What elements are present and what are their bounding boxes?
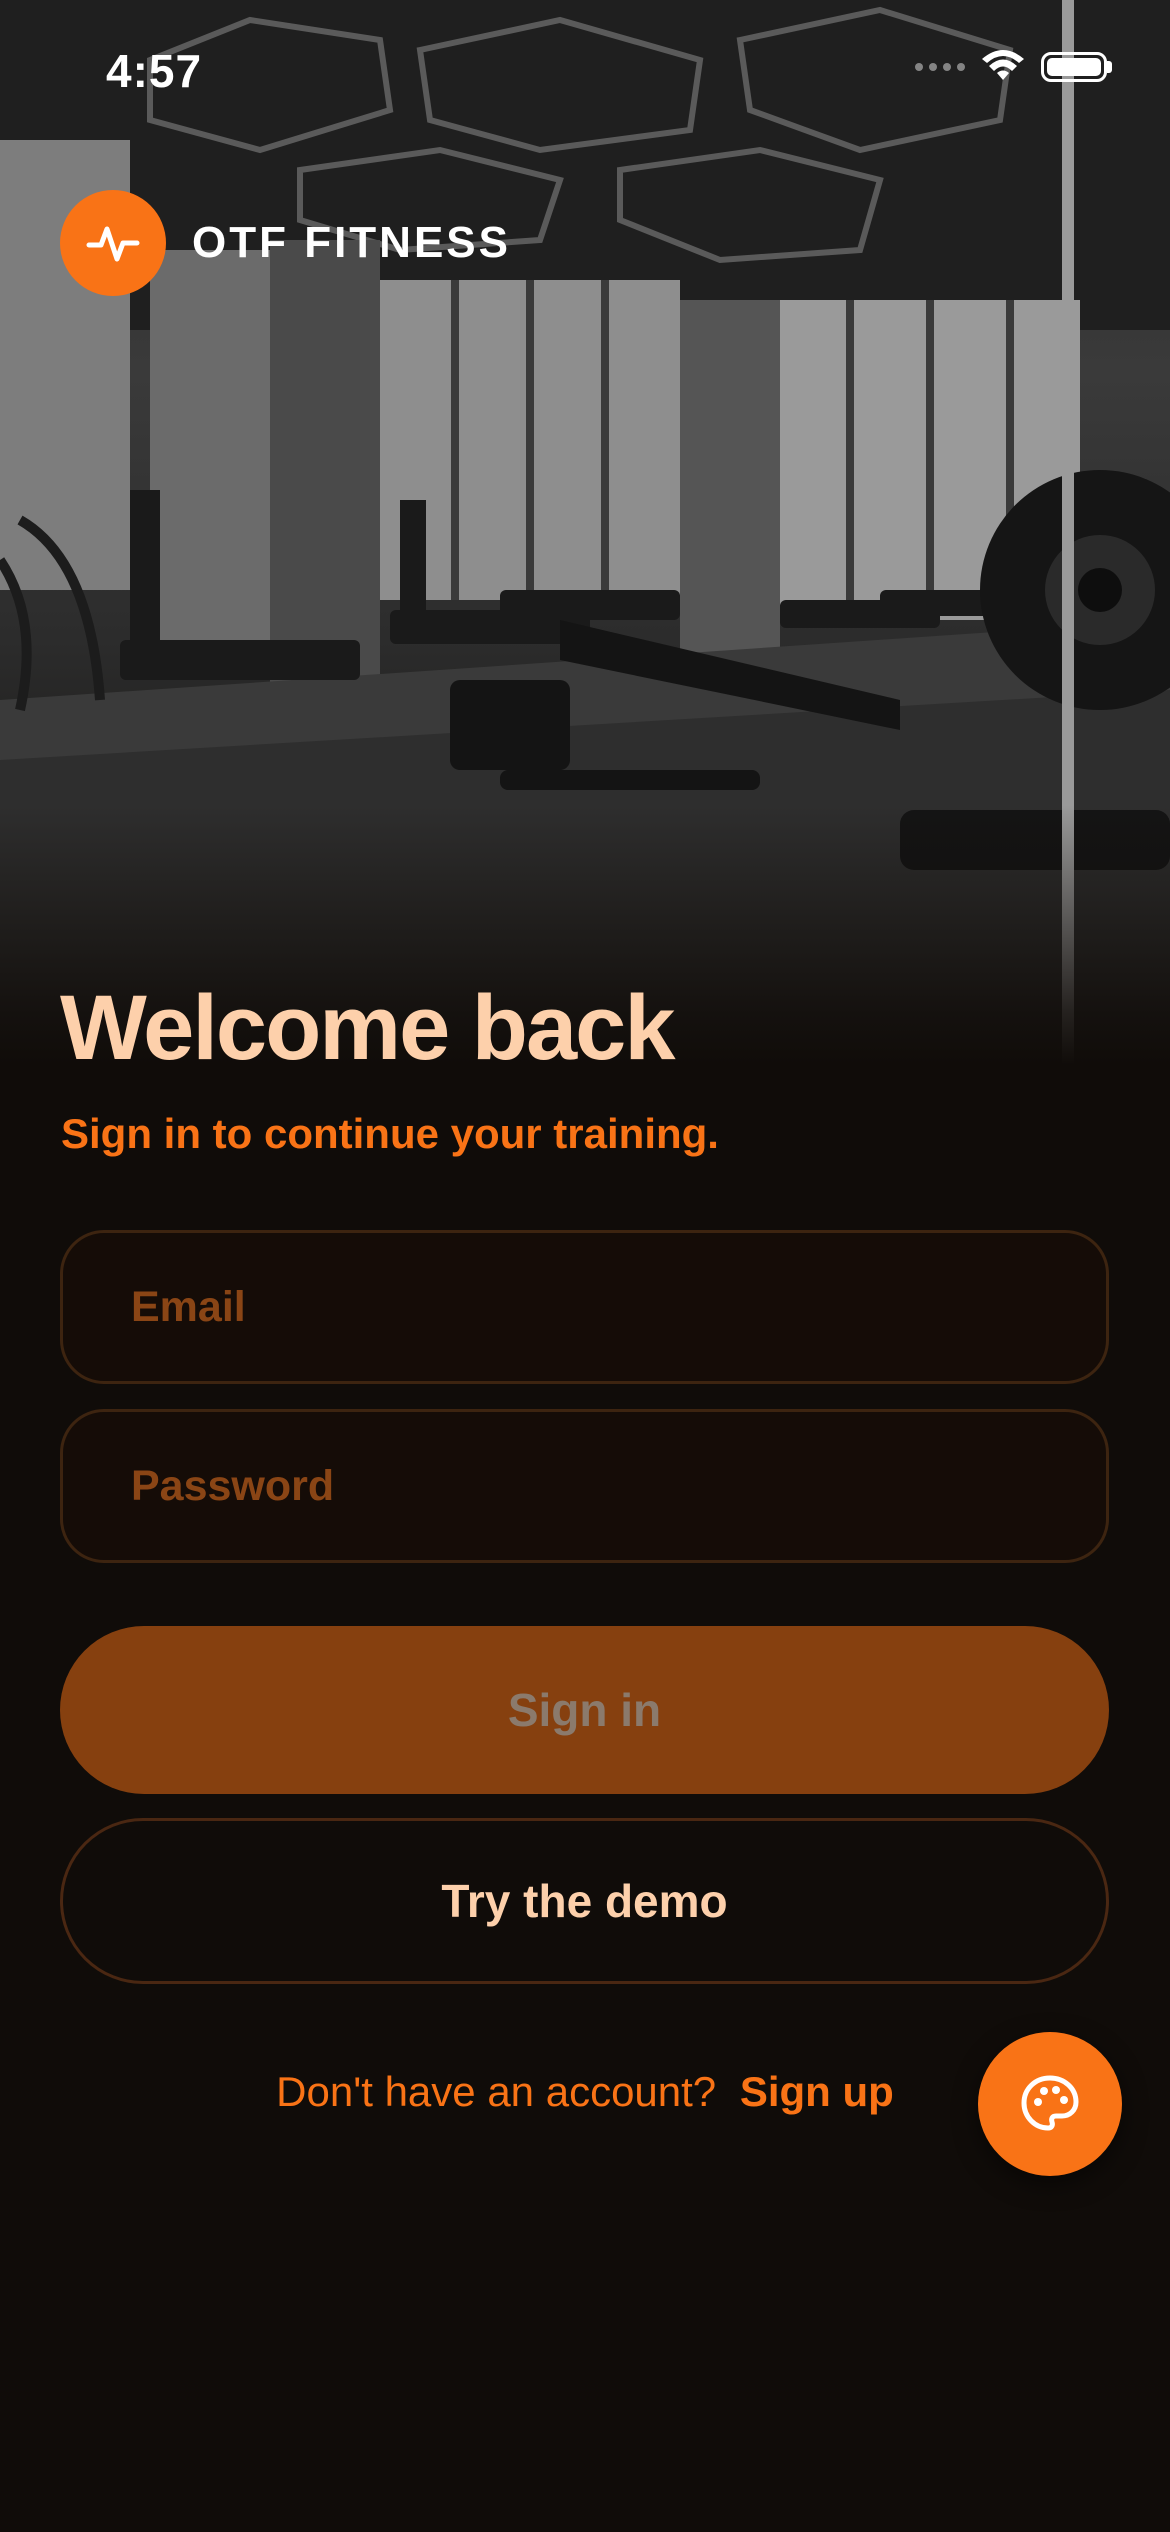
pulse-icon — [60, 190, 166, 296]
sign-up-link[interactable]: Sign up — [740, 2068, 894, 2115]
sign-in-button[interactable]: Sign in — [60, 1626, 1109, 1794]
hero-gym-photo — [0, 0, 1170, 1065]
page-subtitle: Sign in to continue your training. — [61, 1110, 719, 1157]
signup-prompt-text: Don't have an account? — [276, 2068, 717, 2115]
wifi-icon — [982, 50, 1024, 80]
email-field[interactable] — [60, 1230, 1109, 1384]
page-title: Welcome back — [60, 977, 675, 1079]
theme-palette-button[interactable] — [978, 2032, 1122, 2176]
status-indicators — [915, 50, 1112, 84]
email-input[interactable] — [129, 1281, 1033, 1333]
password-input[interactable] — [129, 1460, 1033, 1512]
battery-icon — [1041, 52, 1112, 82]
password-field[interactable] — [60, 1409, 1109, 1563]
try-demo-button[interactable]: Try the demo — [60, 1818, 1109, 1984]
cellular-signal-icon — [915, 63, 965, 71]
brand-name: OTF FITNESS — [192, 218, 511, 267]
brand-header: OTF FITNESS — [60, 190, 511, 296]
palette-icon — [1021, 2075, 1079, 2131]
status-time: 4:57 — [106, 45, 203, 97]
